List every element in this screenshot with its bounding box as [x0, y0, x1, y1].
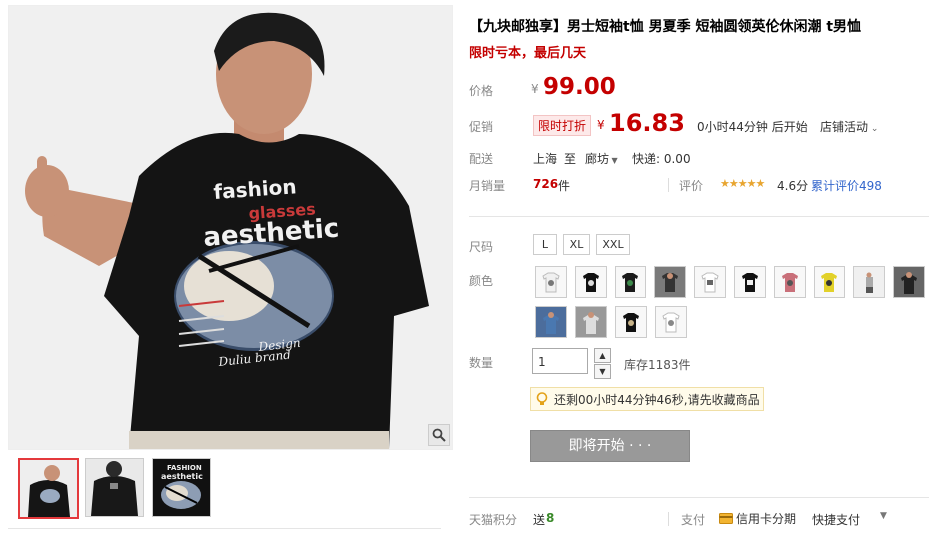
delivery-label: 配送 [469, 152, 494, 166]
size-label: 尺码 [469, 240, 494, 254]
review-count-link[interactable]: 累计评价498 [811, 177, 882, 194]
lightbulb-icon [536, 391, 548, 407]
points-prefix: 送 [533, 513, 546, 527]
promo-tag: 限时打折 [533, 115, 592, 136]
points-label: 天猫积分 [469, 513, 518, 527]
product-title: 【九块邮独享】男士短袖t恤 男夏季 短袖圆领英伦休闲潮 t男恤 [469, 19, 862, 35]
original-price: 99.00 [543, 74, 616, 100]
monthly-sales-count: 726 [533, 177, 559, 191]
caret-down-icon[interactable]: ▼ [880, 511, 887, 521]
color-swatch[interactable] [535, 266, 567, 298]
shop-activity-label: 店铺活动 [820, 120, 869, 134]
thumbnail-1[interactable] [18, 458, 79, 519]
divider [668, 512, 669, 526]
magnifier-icon[interactable] [428, 424, 450, 446]
caret-down-icon: ▼ [609, 156, 618, 165]
promo-label: 促销 [469, 120, 494, 134]
color-swatch[interactable] [893, 266, 925, 298]
color-swatch[interactable] [654, 266, 687, 298]
delivery-to-word: 至 [564, 152, 577, 166]
rating-score: 4.6分 [777, 179, 809, 193]
rating-label: 评价 [679, 179, 704, 193]
rating-stars: ★★★★★ [720, 177, 765, 190]
color-swatch[interactable] [733, 266, 766, 298]
chevron-down-icon: ⌄ [868, 124, 879, 134]
color-swatch[interactable] [694, 266, 726, 298]
thumbnail-graphic-text: FASHION [167, 464, 202, 472]
color-swatch[interactable] [614, 266, 647, 298]
color-swatch[interactable] [574, 266, 607, 298]
color-label: 颜色 [469, 274, 494, 288]
color-swatch[interactable] [615, 306, 647, 338]
increase-button[interactable]: ▲ [594, 348, 611, 363]
delivery-destination-select[interactable]: 廊坊 ▼ [585, 150, 618, 167]
size-option[interactable]: L [533, 234, 557, 255]
size-option[interactable]: XL [563, 234, 590, 255]
quantity-input[interactable]: 1 [532, 348, 588, 374]
stock-count: 库存1183件 [624, 358, 691, 372]
monthly-sales-label: 月销量 [469, 179, 506, 193]
color-swatch-list [535, 266, 925, 338]
thumbnail-graphic-text: aesthetic [161, 472, 203, 481]
thumbnail-3[interactable]: FASHION aesthetic [152, 458, 211, 517]
favorite-reminder: 还剩00小时44分钟46秒,请先收藏商品 [530, 387, 764, 411]
color-swatch[interactable] [853, 266, 886, 298]
divider [668, 178, 669, 192]
quantity-label: 数量 [469, 356, 494, 370]
decrease-button[interactable]: ▼ [594, 364, 611, 379]
points-value: 8 [546, 511, 555, 525]
credit-card-installment[interactable]: 信用卡分期 [719, 510, 796, 527]
credit-card-icon [719, 513, 733, 524]
color-swatch[interactable] [813, 266, 846, 298]
product-subtitle: 限时亏本，最后几天 [469, 46, 587, 61]
delivery-destination: 廊坊 [585, 152, 610, 166]
price-label: 价格 [469, 84, 494, 98]
delivery-from: 上海 [533, 152, 558, 166]
promo-currency: ¥ [597, 118, 605, 132]
main-product-image[interactable]: fashion glasses aesthetic Design Duliu b… [8, 5, 453, 450]
promo-price: 16.83 [609, 109, 685, 137]
express-fee: 快递: 0.00 [632, 152, 691, 166]
shop-activity-dropdown[interactable]: 店铺活动 ⌄ [820, 118, 878, 135]
color-swatch[interactable] [575, 306, 607, 338]
divider [8, 528, 441, 529]
thumbnail-2[interactable] [85, 458, 144, 517]
coming-soon-button[interactable]: 即将开始 · · · [530, 430, 690, 462]
price-currency: ¥ [531, 82, 539, 96]
reminder-text: 还剩00小时44分钟46秒,请先收藏商品 [554, 392, 760, 407]
color-swatch[interactable] [535, 306, 567, 338]
promo-countdown: 0小时44分钟 后开始 [697, 120, 808, 134]
monthly-sales-unit: 件 [558, 179, 571, 193]
size-option[interactable]: XXL [596, 234, 630, 255]
divider [469, 216, 929, 217]
quick-pay[interactable]: 快捷支付 [812, 511, 860, 528]
color-swatch[interactable] [773, 266, 806, 298]
color-swatch[interactable] [655, 306, 687, 338]
pay-label: 支付 [681, 513, 706, 527]
divider [469, 497, 929, 498]
credit-card-label: 信用卡分期 [736, 512, 797, 526]
